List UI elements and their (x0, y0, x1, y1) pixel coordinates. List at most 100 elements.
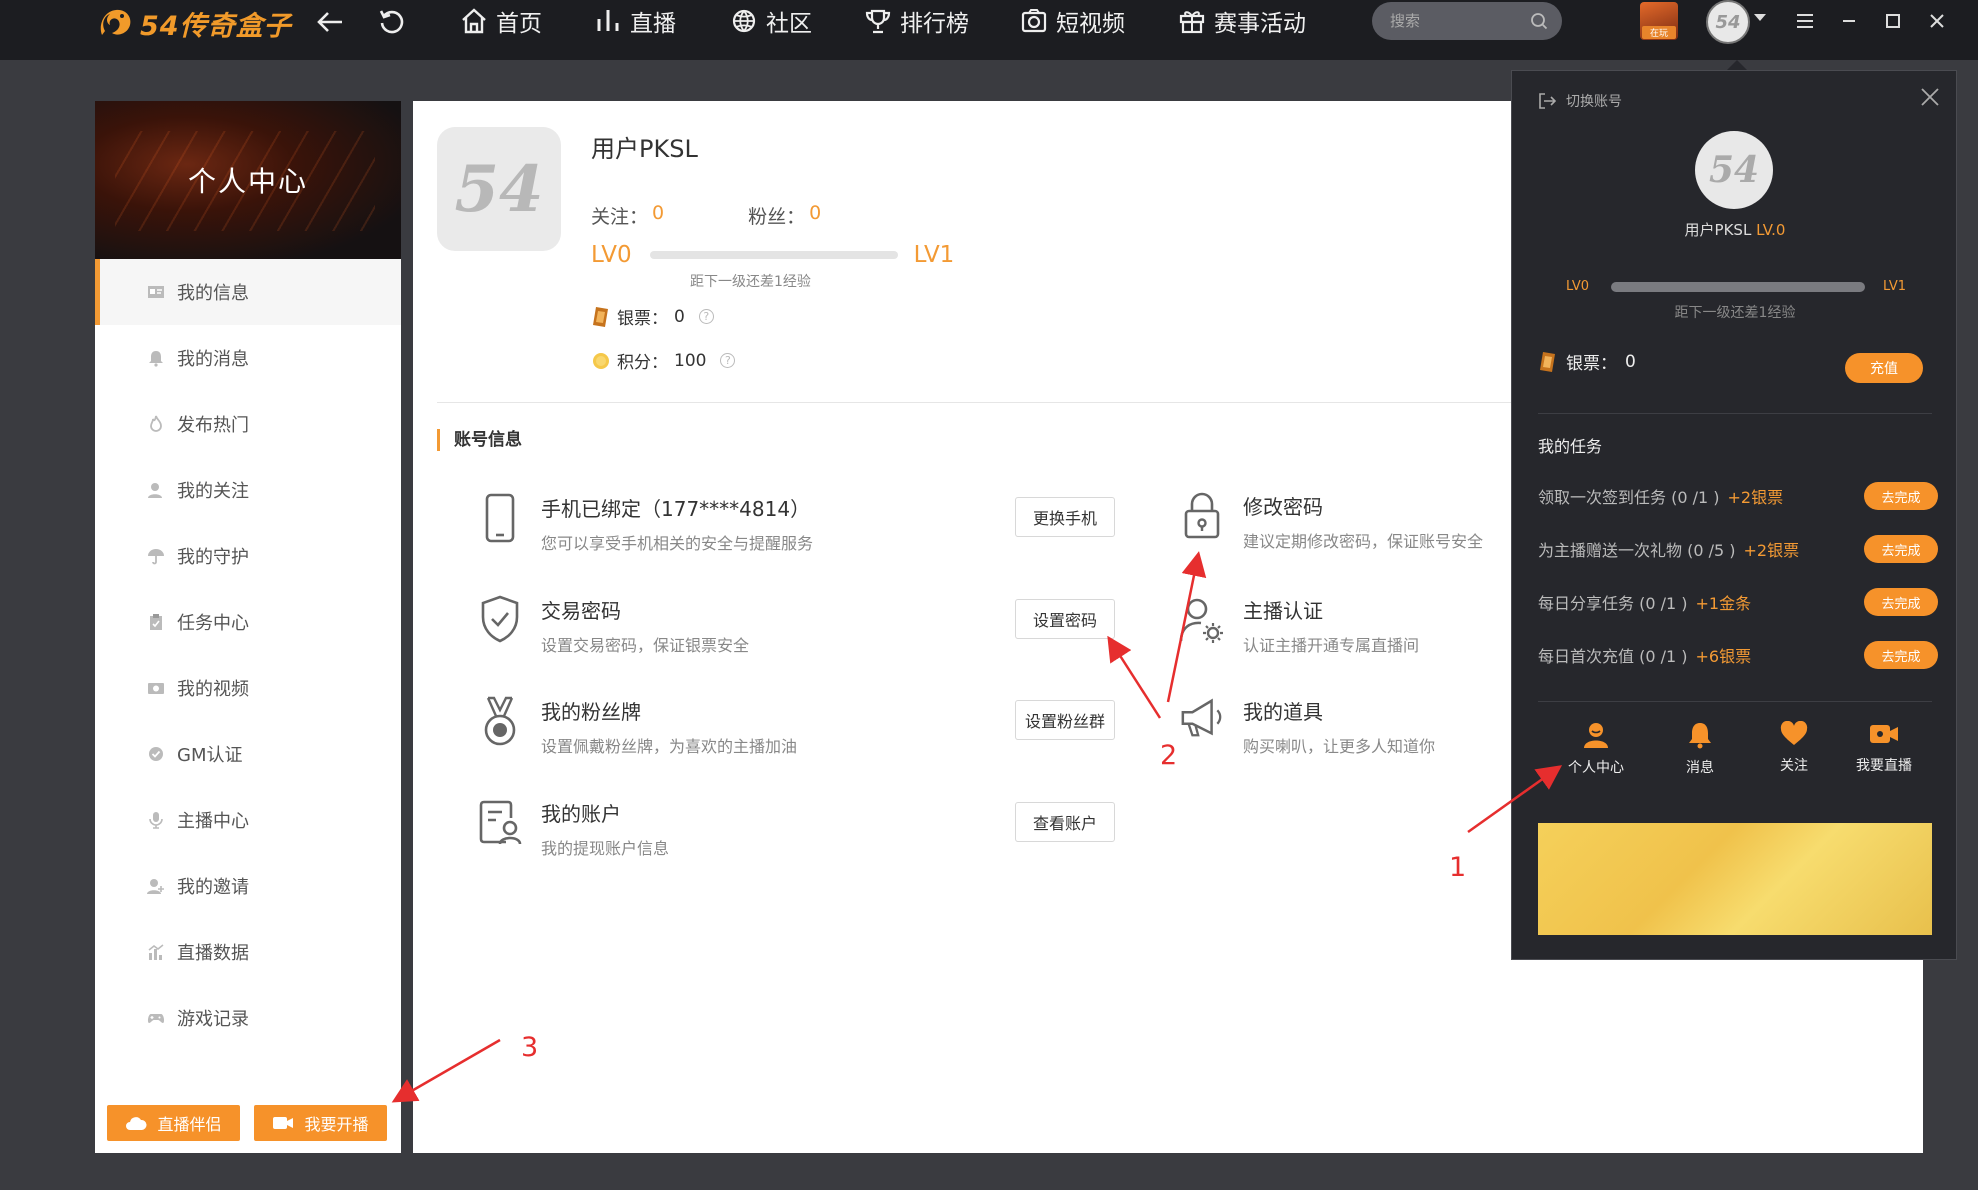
follow-count[interactable]: 0 (652, 202, 664, 229)
sidebar-item-my-info[interactable]: 我的信息 (95, 259, 401, 325)
account-change-password[interactable]: 修改密码 建议定期修改密码，保证账号安全 (1179, 491, 1483, 552)
sidebar-item-label: 我的关注 (177, 481, 249, 502)
sidebar-item-label: GM认证 (177, 745, 243, 766)
task-complete-button[interactable]: 去完成 (1864, 588, 1938, 616)
start-live-button[interactable]: 我要开播 (254, 1105, 387, 1141)
points-row: 积分： 100 ? (591, 348, 736, 373)
account-anchor-auth[interactable]: 主播认证 认证主播开通专属直播间 (1179, 595, 1419, 656)
popup-nav-personal-center[interactable]: 个人中心 (1551, 721, 1641, 777)
popup-avatar[interactable]: 54 (1695, 131, 1773, 209)
trophy-icon (865, 9, 891, 34)
points-label: 积分： (617, 353, 668, 373)
globe-icon (732, 9, 756, 33)
microphone-icon (149, 812, 163, 829)
badge-check-icon (149, 747, 163, 761)
popup-promo-banner[interactable] (1538, 823, 1932, 935)
chevron-down-icon[interactable] (1754, 14, 1766, 21)
app-logo[interactable]: 54传奇盒子 (96, 2, 292, 44)
sidebar-item-my-invites[interactable]: 我的邀请 (95, 853, 401, 919)
level-current: LV0 (591, 242, 632, 268)
back-button[interactable] (312, 6, 348, 38)
live-companion-button[interactable]: 直播伴侣 (107, 1105, 240, 1141)
follow-label: 关注： (591, 206, 649, 228)
task-complete-button[interactable]: 去完成 (1864, 641, 1938, 669)
sidebar-item-label: 我的信息 (177, 283, 249, 304)
gift-icon (1179, 11, 1205, 34)
refresh-button[interactable] (374, 6, 410, 38)
user-follow-icon (148, 483, 165, 498)
sidebar-item-publish-hot[interactable]: 发布热门 (95, 391, 401, 457)
change-phone-button[interactable]: 更换手机 (1015, 497, 1115, 537)
sidebar-item-gm-auth[interactable]: GM认证 (95, 721, 401, 787)
popup-nav-follow[interactable]: 关注 (1749, 721, 1839, 775)
points-help-icon[interactable]: ? (720, 353, 736, 368)
sidebar-item-my-guard[interactable]: 我的守护 (95, 523, 401, 589)
popup-separator (1538, 413, 1932, 414)
popup-nav-messages[interactable]: 消息 (1655, 721, 1745, 777)
close-window-button[interactable] (1919, 4, 1955, 38)
silver-label: 银票： (617, 309, 668, 329)
task-complete-button[interactable]: 去完成 (1864, 535, 1938, 563)
sidebar-item-my-videos[interactable]: 我的视频 (95, 655, 401, 721)
user-dropdown-popup: 切换账号 54 用户PKSL LV.0 LV0 LV1 距下一级还差1经验 银票… (1511, 70, 1957, 960)
live-companion-label: 直播伴侣 (157, 1115, 222, 1134)
user-gear-icon (1179, 598, 1223, 643)
follow-stats: 关注： 0 粉丝： 0 (591, 202, 821, 229)
playing-game-badge[interactable]: 在玩 (1640, 2, 1678, 40)
annotation-number-1: 1 (1449, 852, 1467, 883)
menu-button[interactable] (1787, 4, 1823, 38)
nav-ranking[interactable]: 排行榜 (864, 2, 969, 40)
set-password-button[interactable]: 设置密码 (1015, 599, 1115, 639)
video-camera-icon (273, 1117, 294, 1129)
sidebar-item-anchor-center[interactable]: 主播中心 (95, 787, 401, 853)
account-my-props[interactable]: 我的道具 购买喇叭，让更多人知道你 (1179, 696, 1435, 757)
search-box[interactable] (1372, 2, 1562, 40)
sidebar-item-live-data[interactable]: 直播数据 (95, 919, 401, 985)
search-icon[interactable] (1530, 12, 1548, 30)
nav-ranking-label: 排行榜 (900, 11, 969, 37)
switch-account-link[interactable]: 切换账号 (1538, 91, 1622, 111)
profile-username: 用户PKSL (591, 135, 698, 163)
shield-check-icon (481, 595, 519, 643)
start-live-label: 我要开播 (304, 1115, 369, 1134)
sidebar-item-my-follows[interactable]: 我的关注 (95, 457, 401, 523)
account-fan-badge-desc: 设置佩戴粉丝牌，为喜欢的主播加油 (541, 737, 798, 756)
sidebar-item-label: 我的邀请 (177, 877, 249, 898)
user-avatar-top[interactable]: 54 (1706, 0, 1750, 44)
set-fan-group-button[interactable]: 设置粉丝群 (1015, 700, 1115, 740)
task-complete-button[interactable]: 去完成 (1864, 482, 1938, 510)
nav-events[interactable]: 赛事活动 (1178, 2, 1306, 40)
top-bar: 54传奇盒子 首页 直播 社区 排行榜 短视频 赛事活动 在玩 54 (0, 0, 1978, 60)
camera-icon (1021, 9, 1047, 33)
nav-home[interactable]: 首页 (460, 2, 542, 40)
fans-count[interactable]: 0 (809, 202, 821, 229)
minimize-button[interactable] (1831, 4, 1867, 38)
silver-help-icon[interactable]: ? (698, 309, 714, 324)
sidebar-item-game-records[interactable]: 游戏记录 (95, 985, 401, 1051)
account-anchor-auth-title: 主播认证 (1243, 599, 1323, 623)
popup-level-row: LV0 LV1 (1566, 279, 1906, 294)
profile-avatar[interactable]: 54 (437, 127, 561, 251)
task-item: 每日分享任务 (0 /1 ) +1金条 去完成 (1538, 587, 1938, 617)
nav-live[interactable]: 直播 (594, 2, 676, 40)
recharge-button[interactable]: 充值 (1845, 353, 1923, 383)
sidebar-item-my-messages[interactable]: 我的消息 (95, 325, 401, 391)
user-avatar-top-text: 54 (1715, 11, 1741, 33)
home-icon (462, 8, 486, 34)
nav-short-video[interactable]: 短视频 (1020, 2, 1125, 40)
popup-close-button[interactable] (1920, 87, 1940, 111)
sidebar-item-label: 我的消息 (177, 349, 249, 370)
view-account-button[interactable]: 查看账户 (1015, 802, 1115, 842)
medal-icon (484, 696, 516, 746)
search-input[interactable] (1390, 12, 1520, 30)
nav-community[interactable]: 社区 (730, 2, 812, 40)
logo-text: 54传奇盒子 (140, 10, 292, 42)
popup-nav-go-live[interactable]: 我要直播 (1839, 721, 1929, 775)
sidebar-item-task-center[interactable]: 任务中心 (95, 589, 401, 655)
popup-level-next: LV1 (1883, 279, 1906, 294)
account-section-title: 账号信息 (437, 429, 522, 451)
refresh-icon (379, 10, 404, 34)
popup-silver-row: 银票： 0 (1538, 349, 1636, 374)
task-name: 每日分享任务 (0 /1 ) (1538, 594, 1688, 613)
maximize-button[interactable] (1875, 4, 1911, 38)
